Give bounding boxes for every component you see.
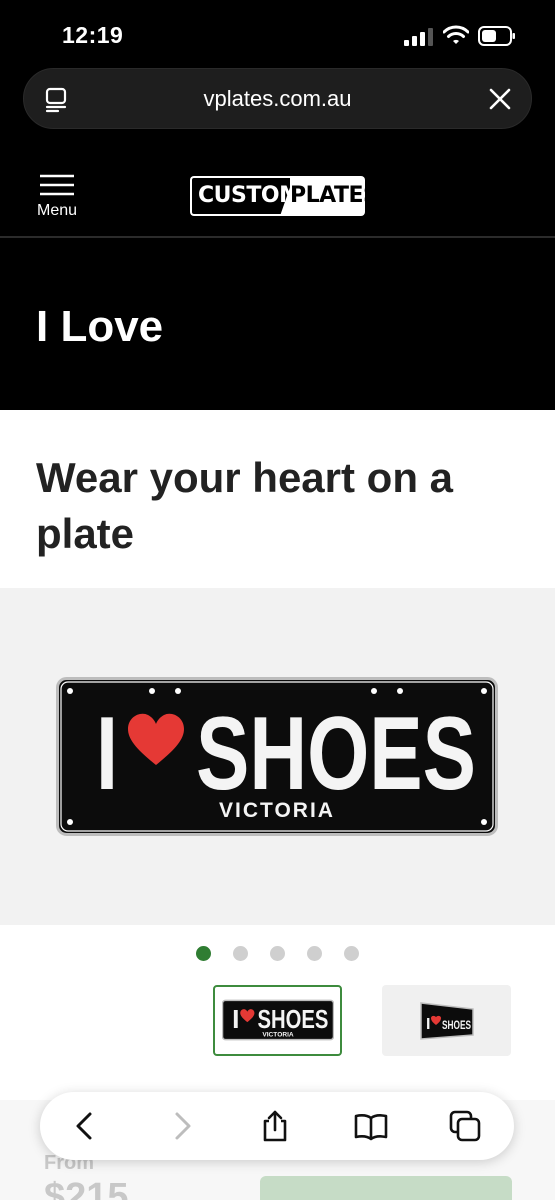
logo-text-right: PLATES xyxy=(290,176,365,216)
logo-text-left: CUSTOM xyxy=(190,176,301,216)
hamburger-menu-icon[interactable] xyxy=(39,174,75,196)
site-header: Menu CUSTOM PLATES xyxy=(0,150,555,238)
plate-state-text: VICTORIA xyxy=(219,799,335,822)
url-text[interactable]: vplates.com.au xyxy=(24,86,531,112)
page-title: I Love xyxy=(36,302,164,351)
plate-text-main: SHOES xyxy=(196,696,476,812)
svg-text:I: I xyxy=(426,1016,430,1033)
carousel-dot-4[interactable] xyxy=(307,946,322,961)
browser-toolbar xyxy=(40,1092,514,1160)
forward-icon[interactable] xyxy=(165,1109,199,1143)
wifi-icon xyxy=(443,25,469,44)
buy-button[interactable] xyxy=(260,1176,512,1200)
battery-icon xyxy=(478,26,515,46)
menu-button[interactable]: Menu xyxy=(30,172,84,222)
plate-image: I SHOES VICTORIA xyxy=(56,677,498,836)
svg-text:SHOES: SHOES xyxy=(442,1018,471,1032)
cellular-signal-icon xyxy=(404,28,433,46)
carousel-dot-1[interactable] xyxy=(196,946,211,961)
price-value: $215 xyxy=(44,1176,129,1200)
carousel-dot-3[interactable] xyxy=(270,946,285,961)
status-time: 12:19 xyxy=(62,22,124,48)
back-icon[interactable] xyxy=(68,1109,102,1143)
thumbnail-plate-angled-image: I SHOES xyxy=(420,1002,474,1040)
menu-label[interactable]: Menu xyxy=(30,202,84,220)
address-bar[interactable]: vplates.com.au xyxy=(23,68,532,129)
thumbnail-2[interactable]: I SHOES xyxy=(382,985,511,1056)
close-icon[interactable] xyxy=(487,86,513,112)
carousel-dots xyxy=(0,946,555,962)
thumbnail-1[interactable]: I SHOES VICTORIA xyxy=(213,985,342,1056)
status-bar: 12:19 xyxy=(0,0,555,68)
product-gallery[interactable]: I SHOES VICTORIA xyxy=(0,588,555,925)
main-content: Wear your heart on a plate I SHOES VICTO… xyxy=(0,410,555,1200)
svg-text:VICTORIA: VICTORIA xyxy=(262,1031,294,1038)
custom-plates-logo[interactable]: CUSTOM PLATES xyxy=(190,176,365,216)
carousel-dot-2[interactable] xyxy=(233,946,248,961)
carousel-dot-5[interactable] xyxy=(344,946,359,961)
svg-text:I: I xyxy=(232,1004,239,1034)
section-heading: Wear your heart on a plate xyxy=(36,454,454,557)
svg-text:SHOES: SHOES xyxy=(257,1004,328,1034)
bookmarks-icon[interactable] xyxy=(354,1109,388,1143)
share-icon[interactable] xyxy=(258,1109,292,1143)
plate-text-i: I xyxy=(96,696,118,812)
tabs-icon[interactable] xyxy=(448,1109,482,1143)
thumbnail-plate-image: I SHOES VICTORIA xyxy=(222,999,334,1041)
hero-banner: I Love xyxy=(0,240,555,410)
